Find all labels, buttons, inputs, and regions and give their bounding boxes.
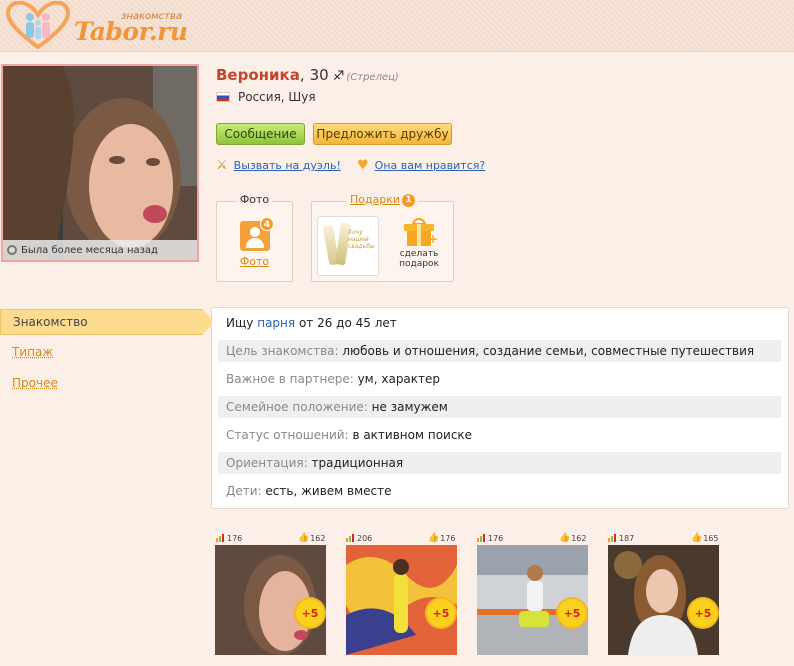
nav-item-other[interactable]: Прочее <box>12 376 58 390</box>
thumb-views: 176 <box>216 532 242 544</box>
thumb-likes: 👍 162 <box>298 532 326 544</box>
bar-chart-icon <box>216 534 225 542</box>
site-logo[interactable]: знакомства Tabor.ru <box>5 0 204 50</box>
photos-count-badge: 4 <box>260 217 274 231</box>
russia-flag-icon <box>216 92 230 102</box>
likes-count: 165 <box>703 533 719 543</box>
bar-chart-icon <box>477 534 486 542</box>
profile-zodiac: (Стрелец) <box>346 72 399 83</box>
info-label: Цель знакомства: <box>226 344 339 358</box>
thumb-views: 206 <box>346 532 372 544</box>
bonus-badge[interactable]: +5 <box>296 599 324 627</box>
info-row-orientation: Ориентация: традиционная <box>218 452 781 474</box>
bonus-badge[interactable]: +5 <box>689 599 717 627</box>
photos-box-title: Фото <box>236 193 273 206</box>
last-seen-status: Была более месяца назад <box>3 240 197 260</box>
thumb-likes: 👍 162 <box>559 532 587 544</box>
send-message-button[interactable]: Сообщение <box>216 123 305 145</box>
views-count: 176 <box>227 533 243 543</box>
info-label: Важное в партнере: <box>226 372 354 386</box>
views-count: 206 <box>357 533 373 543</box>
likes-count: 162 <box>571 533 587 543</box>
thumb-views: 176 <box>477 532 503 544</box>
crossed-swords-icon: ⚔ <box>216 158 228 173</box>
gallery-photo[interactable]: +5 <box>215 545 326 655</box>
add-friend-button[interactable]: Предложить дружбу <box>313 123 452 145</box>
info-label: Семейное положение: <box>226 400 368 414</box>
thumb-likes: 👍 165 <box>691 532 719 544</box>
info-row-partner-traits: Важное в партнере: ум, характер <box>218 368 781 390</box>
seeking-prefix: Ищу <box>226 316 254 330</box>
bonus-badge[interactable]: +5 <box>558 599 586 627</box>
info-value: ум, характер <box>357 372 441 386</box>
likes-count: 176 <box>440 533 456 543</box>
gifts-count-badge: 1 <box>402 193 416 207</box>
avatar-photo <box>3 66 197 260</box>
nav-item-acquaintance[interactable]: Знакомство <box>0 309 215 335</box>
site-header: знакомства Tabor.ru <box>0 0 794 52</box>
logo-heart-icon <box>5 0 71 50</box>
info-value: есть, живем вместе <box>265 484 392 498</box>
profile-avatar[interactable]: Была более месяца назад <box>1 64 199 262</box>
gift-champagne-card[interactable]: Хочу нашей свадьбы <box>317 216 379 276</box>
gallery-photo[interactable]: +5 <box>477 545 588 655</box>
gift-box-icon: + <box>404 218 438 246</box>
thumb-views: 187 <box>608 532 634 544</box>
profile-location: Россия, Шуя <box>216 90 316 104</box>
duel-action[interactable]: ⚔ Вызвать на дуэль! <box>216 158 341 173</box>
logo-title: Tabor.ru <box>74 17 188 46</box>
bar-chart-icon <box>608 534 617 542</box>
offline-status-icon <box>7 245 17 255</box>
location-text: Россия, Шуя <box>238 90 316 104</box>
info-value: любовь и отношения, создание семьи, совм… <box>342 344 755 358</box>
info-label: Ориентация: <box>226 456 308 470</box>
seeking-row: Ищу парня от 26 до 45 лет <box>218 312 781 334</box>
gifts-box: Подарки 1 Хочу нашей свадьбы + сделать по… <box>311 193 454 282</box>
thumbs-up-icon: 👍 <box>298 533 310 543</box>
gift-card-text: Хочу нашей свадьбы <box>348 229 375 250</box>
thumb-likes: 👍 176 <box>428 532 456 544</box>
bonus-badge[interactable]: +5 <box>427 599 455 627</box>
profile-name: Вероника <box>216 66 300 84</box>
info-value: традиционная <box>311 456 404 470</box>
gallery-photo[interactable]: +5 <box>346 545 457 655</box>
info-row-relationship-status: Статус отношений: в активном поиске <box>218 424 781 446</box>
profile-heading: Вероника, 30 ♐ (Стрелец) <box>216 66 399 84</box>
thumbs-up-icon: 👍 <box>428 533 440 543</box>
bar-chart-icon <box>346 534 355 542</box>
duel-link[interactable]: Вызвать на дуэль! <box>234 159 341 172</box>
info-row-goal: Цель знакомства: любовь и отношения, соз… <box>218 340 781 362</box>
heart-icon: ♥ <box>357 158 369 173</box>
sagittarius-icon: ♐ <box>332 69 345 84</box>
info-value: не замужем <box>371 400 448 414</box>
seeking-age-range: от 26 до 45 лет <box>298 316 397 330</box>
info-row-children: Дети: есть, живем вместе <box>218 480 781 502</box>
thumbs-up-icon: 👍 <box>691 533 703 543</box>
photos-link[interactable]: Фото <box>240 255 269 268</box>
views-count: 187 <box>619 533 635 543</box>
make-gift-button[interactable]: + сделать подарок <box>394 216 444 269</box>
like-action[interactable]: ♥ Она вам нравится? <box>357 158 485 173</box>
thumbs-up-icon: 👍 <box>559 533 571 543</box>
profile-age: 30 <box>309 66 329 84</box>
info-row-marital-status: Семейное положение: не замужем <box>218 396 781 418</box>
photos-box: Фото 4 Фото <box>216 193 293 282</box>
last-seen-text: Была более месяца назад <box>21 244 158 256</box>
nav-item-type[interactable]: Типаж <box>12 345 53 359</box>
profile-info-panel: Ищу парня от 26 до 45 лет Цель знакомств… <box>211 307 789 509</box>
gifts-link[interactable]: Подарки <box>350 193 400 206</box>
seeking-gender-link[interactable]: парня <box>257 316 295 330</box>
views-count: 176 <box>488 533 504 543</box>
make-gift-label: сделать подарок <box>399 249 439 269</box>
like-link[interactable]: Она вам нравится? <box>375 159 486 172</box>
gallery-photo[interactable]: +5 <box>608 545 719 655</box>
likes-count: 162 <box>310 533 326 543</box>
info-label: Статус отношений: <box>226 428 349 442</box>
info-value: в активном поиске <box>352 428 473 442</box>
info-label: Дети: <box>226 484 262 498</box>
